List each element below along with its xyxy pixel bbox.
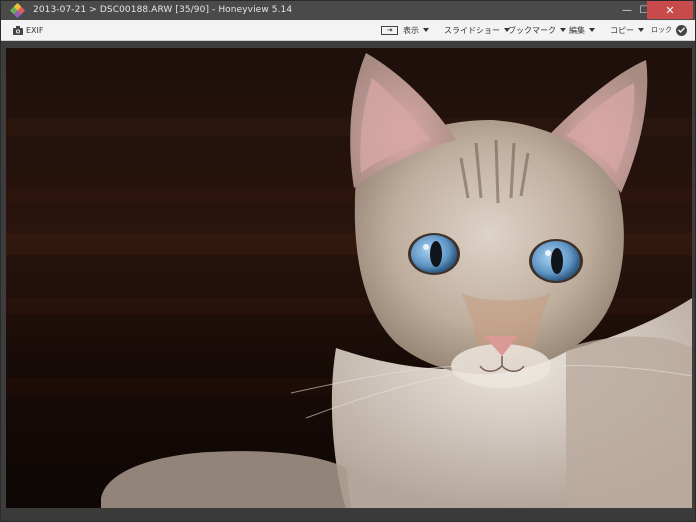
honeyview-window: 2013-07-21 > DSC00188.ARW [35/90] - Hone… [0, 0, 696, 522]
cat-photo [6, 48, 692, 508]
fit-width-icon: ⇥ [381, 25, 398, 35]
slideshow-menu-label: スライドショー [444, 25, 500, 35]
check-circle-icon [676, 24, 687, 36]
exif-button[interactable]: EXIF [13, 20, 44, 40]
lock-button[interactable]: ロック [651, 20, 687, 40]
chevron-down-icon [589, 28, 595, 32]
slideshow-menu[interactable]: スライドショー [444, 20, 510, 40]
image-viewer[interactable] [6, 48, 692, 508]
copy-menu-label: コピー [610, 25, 634, 35]
lock-label: ロック [651, 26, 672, 34]
edit-menu-label: 編集 [569, 25, 585, 35]
copy-menu[interactable]: コピー [610, 20, 644, 40]
bookmark-menu-label: ブックマーク [508, 25, 556, 35]
camera-icon [13, 25, 23, 35]
edit-menu[interactable]: 編集 [569, 20, 595, 40]
chevron-down-icon [560, 28, 566, 32]
toolbar: EXIF ⇥ 表示 スライドショー ブックマーク 編集 コピー ロック [1, 20, 695, 41]
close-button[interactable]: ✕ [647, 1, 693, 19]
honeyview-app-icon [10, 3, 25, 18]
title-bar[interactable]: 2013-07-21 > DSC00188.ARW [35/90] - Hone… [1, 1, 695, 20]
chevron-down-icon [638, 28, 644, 32]
fit-to-window-button[interactable]: ⇥ [381, 20, 398, 40]
close-icon: ✕ [665, 3, 675, 17]
window-title: 2013-07-21 > DSC00188.ARW [35/90] - Hone… [33, 5, 293, 15]
exif-label: EXIF [26, 25, 44, 35]
view-menu[interactable]: 表示 [403, 20, 429, 40]
fit-width-glyph: ⇥ [386, 25, 393, 34]
chevron-down-icon [423, 28, 429, 32]
view-menu-label: 表示 [403, 25, 419, 35]
status-bar [1, 509, 695, 521]
bookmark-menu[interactable]: ブックマーク [508, 20, 566, 40]
